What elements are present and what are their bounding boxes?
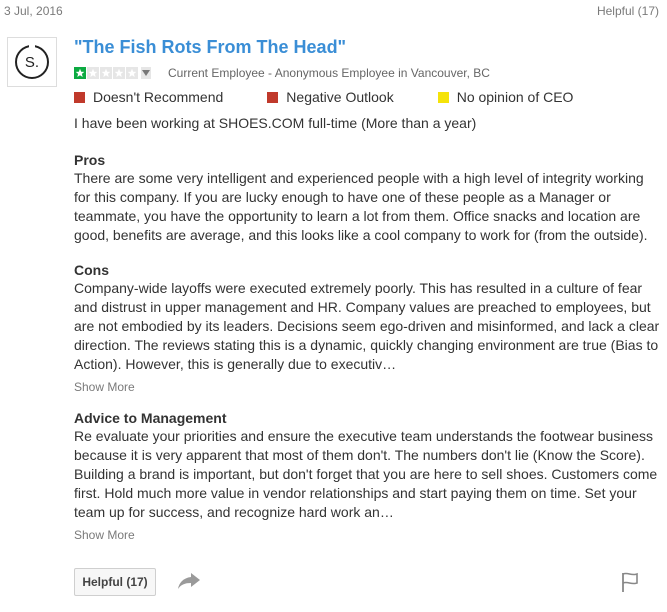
star-icon (100, 67, 112, 79)
opinion-outlook: Negative Outlook (267, 89, 394, 105)
opinion-list: Doesn't Recommend Negative Outlook No op… (74, 89, 662, 105)
cons-heading: Cons (74, 262, 109, 278)
cons-section: Cons Company-wide layoffs were executed … (74, 261, 662, 395)
status-square-icon (437, 91, 449, 103)
star-icon (87, 67, 99, 79)
show-more-button[interactable]: Show More (74, 380, 662, 395)
advice-heading: Advice to Management (74, 410, 227, 426)
share-arrow-icon[interactable] (176, 571, 202, 591)
pros-heading: Pros (74, 152, 106, 168)
review-footer: Helpful (17) (74, 568, 662, 598)
star-icon (113, 67, 125, 79)
show-more-button[interactable]: Show More (74, 528, 662, 543)
employment-summary: I have been working at SHOES.COM full-ti… (74, 115, 477, 131)
logo-text: S. (24, 53, 40, 71)
opinion-label: Doesn't Recommend (93, 89, 224, 105)
status-square-icon (74, 91, 85, 103)
logo-circle: S. (15, 43, 49, 79)
helpful-count: Helpful (17) (596, 4, 659, 18)
advice-text: Re evaluate your priorities and ensure t… (74, 428, 658, 520)
status-square-icon (267, 91, 279, 103)
pros-section: Pros There are some very intelligent and… (74, 151, 662, 245)
opinion-recommend: Doesn't Recommend (74, 89, 223, 105)
chevron-down-icon[interactable] (141, 67, 151, 79)
star-icon (126, 67, 138, 79)
advice-section: Advice to Management Re evaluate your pr… (74, 409, 662, 543)
star-rating[interactable] (74, 67, 138, 79)
opinion-ceo: No opinion of CEO (437, 89, 574, 105)
star-icon (74, 67, 86, 79)
opinion-label: Negative Outlook (286, 89, 394, 105)
helpful-button[interactable]: Helpful (17) (74, 568, 156, 596)
company-logo[interactable]: S. (7, 37, 57, 87)
flag-icon[interactable] (620, 571, 640, 593)
review-title[interactable]: "The Fish Rots From The Head" (74, 36, 662, 58)
rating-row: Current Employee - Anonymous Employee in… (74, 66, 662, 80)
employee-info: Current Employee - Anonymous Employee in… (168, 66, 490, 80)
review-date: 3 Jul, 2016 (4, 4, 63, 18)
cons-text: Company-wide layoffs were executed extre… (74, 280, 660, 372)
opinion-label: No opinion of CEO (456, 89, 574, 105)
pros-text: There are some very intelligent and expe… (74, 170, 648, 243)
review-content: "The Fish Rots From The Head" Current Em… (74, 36, 662, 543)
